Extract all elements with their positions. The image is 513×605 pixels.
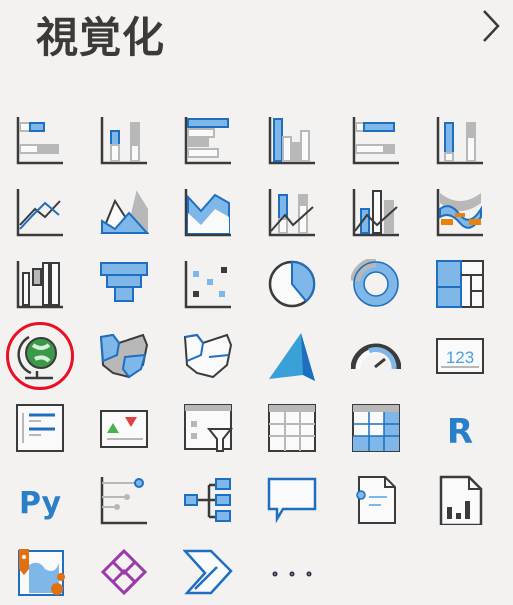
visual-100-stacked-bar-chart-button[interactable] — [351, 115, 401, 165]
card-icon: 123 — [436, 338, 484, 374]
visuals-grid: 123 R Py — [15, 115, 485, 597]
visual-ribbon-chart-button[interactable] — [435, 187, 485, 237]
visual-line-and-clustered-column-chart-button[interactable] — [351, 187, 401, 237]
visual-power-apps-button[interactable] — [99, 547, 149, 597]
stacked-bar-chart-icon — [16, 117, 63, 165]
visual-decomposition-tree-button[interactable] — [183, 475, 233, 525]
visual-slicer-button[interactable] — [183, 403, 233, 453]
visual-shape-map-button[interactable] — [183, 331, 233, 381]
visual-azure-map-button[interactable] — [267, 331, 317, 381]
ribbon-chart-icon — [436, 189, 483, 237]
visual-filled-map-button[interactable] — [99, 331, 149, 381]
filled-map-icon — [99, 333, 149, 379]
power-automate-icon — [183, 549, 233, 595]
line-chart-icon — [16, 189, 63, 237]
visual-python-visual-button[interactable]: Py — [15, 475, 65, 525]
visual-table-button[interactable] — [267, 403, 317, 453]
visual-treemap-button[interactable] — [435, 259, 485, 309]
visual-line-and-stacked-column-chart-button[interactable] — [267, 187, 317, 237]
visual-pie-chart-button[interactable] — [267, 259, 317, 309]
visual-clustered-bar-chart-button[interactable] — [183, 115, 233, 165]
visual-clustered-column-chart-button[interactable] — [267, 115, 317, 165]
decomposition-tree-icon — [184, 478, 231, 522]
matrix-icon — [352, 404, 400, 452]
treemap-icon — [436, 260, 484, 308]
visual-multi-row-card-button[interactable] — [15, 403, 65, 453]
visual-more-visuals-button[interactable] — [267, 547, 317, 597]
svg-text:123: 123 — [446, 348, 474, 367]
visual-area-chart-button[interactable] — [99, 187, 149, 237]
visual-paginated-report-button[interactable] — [435, 475, 485, 525]
visual-gauge-button[interactable] — [351, 331, 401, 381]
more-visuals-icon — [272, 571, 312, 577]
svg-text:R: R — [447, 412, 473, 452]
visual-smart-narrative-button[interactable] — [351, 475, 401, 525]
power-apps-icon — [100, 548, 148, 596]
visual-q-and-a-button[interactable] — [267, 475, 317, 525]
visual-power-automate-button[interactable] — [183, 547, 233, 597]
visual-matrix-button[interactable] — [351, 403, 401, 453]
paginated-report-icon — [439, 475, 483, 525]
line-and-stacked-column-chart-icon — [268, 189, 315, 237]
slicer-icon — [184, 404, 233, 452]
line-and-clustered-column-chart-icon — [352, 189, 399, 237]
visual-r-script-visual-button[interactable]: R — [435, 403, 485, 453]
area-chart-icon — [100, 190, 149, 234]
azure-map-icon — [269, 333, 315, 381]
kpi-icon — [100, 410, 148, 448]
visual-stacked-bar-chart-button[interactable] — [15, 115, 65, 165]
visual-kpi-button[interactable] — [99, 403, 149, 453]
stacked-column-chart-icon — [100, 117, 147, 165]
waterfall-chart-icon — [16, 261, 63, 309]
smart-narrative-icon — [356, 476, 396, 524]
pane-title: 視覚化 — [36, 13, 166, 62]
stacked-area-chart-icon — [184, 189, 231, 237]
visual-stacked-column-chart-button[interactable] — [99, 115, 149, 165]
donut-chart-icon — [351, 259, 399, 307]
pie-chart-icon — [268, 260, 316, 308]
visual-waterfall-chart-button[interactable] — [15, 259, 65, 309]
table-icon — [268, 404, 316, 452]
gauge-icon — [351, 343, 401, 370]
clustered-column-chart-icon — [268, 117, 315, 165]
visual-card-button[interactable]: 123 — [435, 331, 485, 381]
python-visual-icon: Py — [19, 486, 62, 521]
visual-scatter-chart-button[interactable] — [183, 259, 233, 309]
shape-map-icon — [183, 333, 233, 379]
visual-stacked-area-chart-button[interactable] — [183, 187, 233, 237]
map-icon — [17, 335, 57, 380]
scatter-chart-icon — [184, 261, 231, 309]
clustered-bar-chart-icon — [184, 117, 231, 165]
key-influencers-icon — [100, 477, 147, 525]
100-stacked-bar-chart-icon — [352, 117, 399, 165]
visual-funnel-button[interactable] — [99, 259, 149, 309]
100-stacked-column-chart-icon — [436, 117, 483, 165]
arcgis-map-icon — [18, 549, 65, 596]
visual-map-button[interactable] — [15, 331, 65, 381]
visual-key-influencers-button[interactable] — [99, 475, 149, 525]
funnel-icon — [100, 262, 148, 302]
svg-text:Py: Py — [19, 486, 62, 521]
multi-row-card-icon — [16, 404, 64, 452]
q-and-a-icon — [267, 477, 317, 524]
visual-arcgis-map-button[interactable] — [15, 547, 65, 597]
visual-donut-chart-button[interactable] — [351, 259, 401, 309]
r-script-visual-icon: R — [447, 412, 473, 452]
chevron-right-icon[interactable] — [478, 8, 504, 44]
visual-100-stacked-column-chart-button[interactable] — [435, 115, 485, 165]
visual-line-chart-button[interactable] — [15, 187, 65, 237]
